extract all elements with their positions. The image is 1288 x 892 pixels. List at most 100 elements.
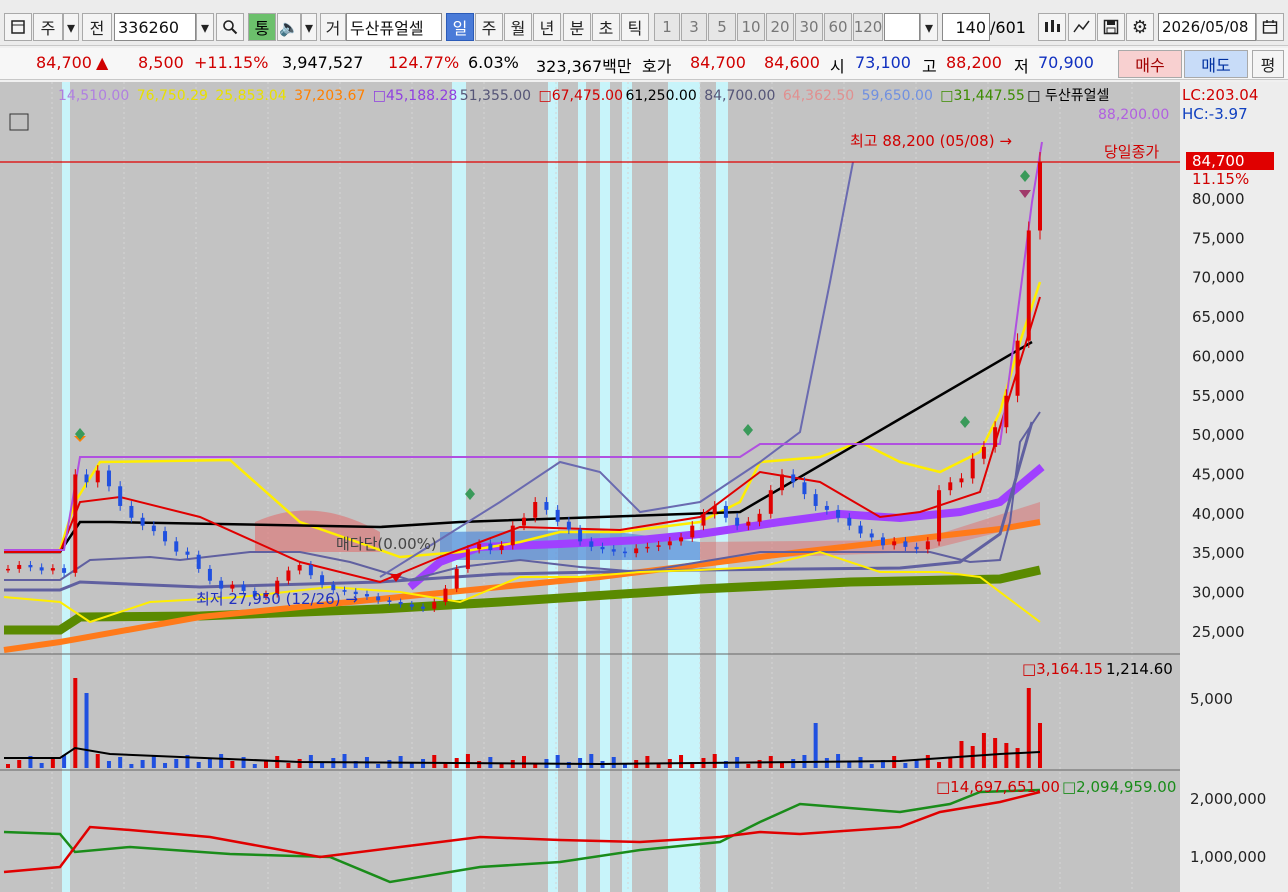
candle-body: [62, 568, 67, 573]
candle-body: [174, 541, 179, 552]
candle-body: [656, 545, 661, 547]
gear-icon[interactable]: ⚙: [1126, 13, 1154, 41]
legend-item: □67,475.00: [539, 88, 623, 104]
candle-body: [578, 529, 583, 542]
interval-30[interactable]: 30: [795, 13, 823, 41]
legend-item: 51,355.00: [460, 88, 531, 104]
candle-body: [824, 505, 829, 510]
volume-ratio: 124.77%: [388, 53, 460, 72]
candle-body: [387, 600, 392, 602]
chevron-down-icon[interactable]: ▾: [63, 13, 79, 41]
chart-tools-icon[interactable]: [1038, 13, 1066, 41]
volume-axis-5000: 5,000: [1190, 690, 1233, 708]
buy-button[interactable]: 매수: [1118, 50, 1182, 78]
price-axis-label: 25,000: [1192, 623, 1245, 641]
tab-day[interactable]: 일: [446, 13, 474, 41]
volume-bar: [1015, 748, 1020, 768]
name-prefix-button[interactable]: 거: [320, 13, 346, 41]
candle-body: [17, 564, 22, 569]
candle-body: [1026, 230, 1031, 341]
tab-month[interactable]: 월: [504, 13, 532, 41]
interval-5[interactable]: 5: [708, 13, 736, 41]
price-axis-label: 40,000: [1192, 505, 1245, 523]
candle-body: [207, 568, 212, 581]
volume-bar: [174, 759, 179, 768]
legend-item: □45,188.28: [373, 88, 457, 104]
candle-body: [869, 533, 874, 538]
stock-name-field[interactable]: 두산퓨얼셀: [346, 13, 442, 41]
sell-button[interactable]: 매도: [1184, 50, 1248, 78]
candle-body: [645, 546, 650, 549]
candle-body: [757, 513, 762, 522]
volume-bar: [611, 757, 616, 768]
custom-interval-input[interactable]: [884, 13, 920, 41]
candle-body: [858, 525, 863, 534]
window-icon[interactable]: [4, 13, 32, 41]
legend-item: 61,250.00: [626, 88, 697, 104]
legend-item: 59,650.00: [862, 88, 933, 104]
candle-body: [735, 517, 740, 526]
interval-120[interactable]: 120: [853, 13, 883, 41]
tab-second[interactable]: 초: [592, 13, 620, 41]
low-label: 저: [1014, 57, 1029, 76]
candle-body: [454, 568, 459, 589]
drawing-icon[interactable]: [1068, 13, 1096, 41]
candle-body: [836, 509, 841, 518]
current-price: 84,700: [36, 53, 92, 72]
search-icon[interactable]: [216, 13, 244, 41]
price-axis-label: 50,000: [1192, 426, 1245, 444]
candle-body: [600, 546, 605, 550]
volume-bar: [937, 762, 942, 768]
low-price: 70,900: [1038, 53, 1094, 72]
volume-bar: [6, 764, 10, 768]
save-icon[interactable]: [1097, 13, 1125, 41]
tab-minute[interactable]: 분: [563, 13, 591, 41]
interval-20[interactable]: 20: [766, 13, 794, 41]
candle-body: [925, 541, 930, 550]
candle-body: [970, 458, 975, 479]
date-input[interactable]: 2026/05/08: [1158, 13, 1256, 41]
open-label: 시: [830, 57, 845, 76]
interval-3[interactable]: 3: [681, 13, 707, 41]
interval-60[interactable]: 60: [824, 13, 852, 41]
tab-year[interactable]: 년: [533, 13, 561, 41]
interval-1[interactable]: 1: [654, 13, 680, 41]
prev-button[interactable]: 전: [82, 13, 112, 41]
tong-button[interactable]: 통: [248, 13, 276, 41]
interval-dropdown-icon[interactable]: ▾: [920, 13, 938, 41]
candle-body: [622, 551, 627, 554]
tab-week[interactable]: 주: [475, 13, 503, 41]
candle-body: [634, 548, 639, 554]
interval-10[interactable]: 10: [737, 13, 765, 41]
candle-body: [690, 525, 695, 538]
volume-bar: [432, 755, 437, 768]
market-select[interactable]: 주: [33, 13, 63, 41]
obv-legend-2: □2,094,959.00: [1062, 778, 1176, 796]
speaker-dropdown-icon[interactable]: ▾: [301, 13, 317, 41]
code-input[interactable]: 336260: [114, 13, 196, 41]
candle-body: [723, 505, 728, 518]
volume-bar: [679, 755, 684, 768]
volume: 3,947,527: [282, 53, 364, 72]
code-dropdown-icon[interactable]: ▾: [196, 13, 214, 41]
volume-bar: [1004, 743, 1009, 768]
eval-button[interactable]: 평: [1252, 50, 1284, 78]
tab-tick[interactable]: 틱: [621, 13, 649, 41]
candle-body: [106, 470, 111, 487]
candle-body: [488, 543, 493, 551]
ask-price: 84,700: [690, 53, 746, 72]
volume-bar: [993, 738, 998, 768]
stock-chart[interactable]: 최고 88,200 (05/08) → 최저 27,950 (12/26) → …: [0, 82, 1288, 892]
legend-item: □ 두산퓨얼셀: [1027, 88, 1109, 104]
count-input[interactable]: 140: [942, 13, 990, 41]
calendar-icon[interactable]: [1256, 13, 1284, 41]
volume-bar: [17, 760, 22, 768]
candle-body: [510, 525, 515, 546]
max-price-note: 최고 88,200 (05/08) →: [850, 132, 1012, 150]
price-axis-label: 30,000: [1192, 584, 1245, 602]
volume-bar: [477, 761, 482, 768]
candle-body: [39, 567, 44, 571]
speaker-icon[interactable]: 🔈: [277, 13, 301, 41]
volume-bar: [712, 754, 717, 768]
candle-body: [780, 474, 784, 491]
